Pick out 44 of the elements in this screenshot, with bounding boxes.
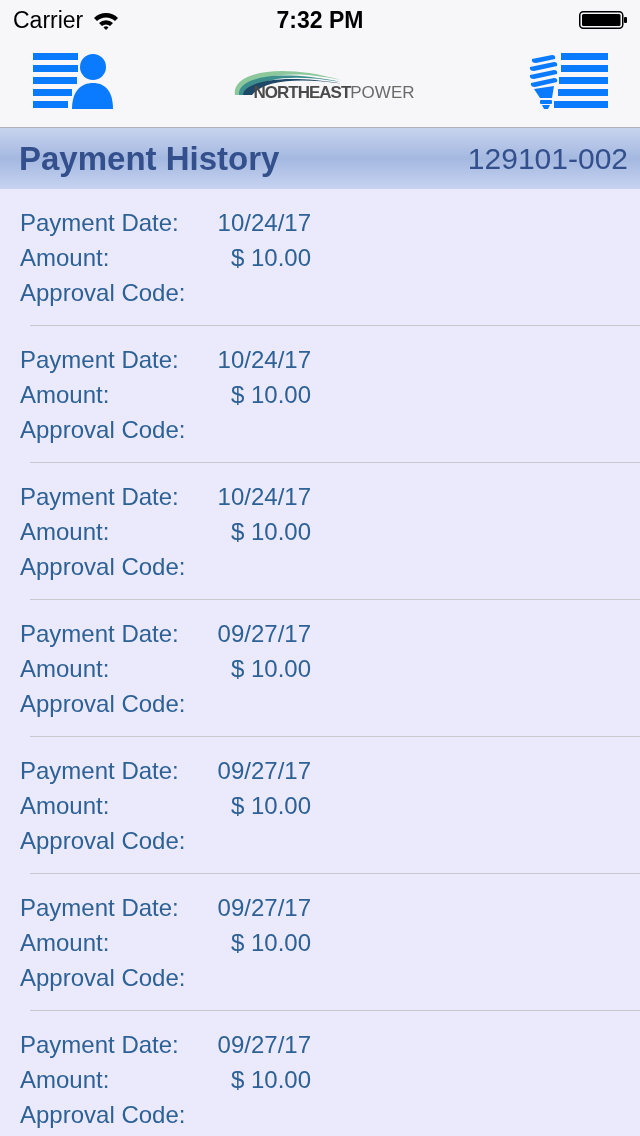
battery-icon [579,11,627,29]
field-label: Approval Code: [20,964,186,991]
field-value: 10/24/17 [217,209,311,236]
field-label: Amount: [20,518,110,545]
page-title: Payment History [19,142,280,175]
field-value: $ 10.00 [230,655,311,682]
field-label: Amount: [20,381,110,408]
field-label: Payment Date: [20,346,179,373]
logo-text: NORTHEASTPOWER [253,83,415,102]
field-label: Payment Date: [20,894,179,921]
account-number: 129101-002 [467,143,628,174]
field-label: Amount: [20,655,110,682]
field-label: Amount: [20,929,110,956]
user-list-icon[interactable] [33,53,113,109]
field-label: Approval Code: [20,1101,186,1128]
field-label: Approval Code: [20,416,186,443]
field-label: Amount: [20,1066,110,1093]
field-label: Payment Date: [20,209,179,236]
field-value: 10/24/17 [217,483,311,510]
field-label: Approval Code: [20,279,186,306]
field-value: $ 10.00 [230,244,311,271]
field-value: $ 10.00 [230,929,311,956]
field-label: Approval Code: [20,690,186,717]
field-label: Approval Code: [20,827,186,854]
carrier-text: Carrier [13,8,84,32]
field-value: $ 10.00 [230,381,311,408]
field-label: Payment Date: [20,483,179,510]
field-value: 09/27/17 [217,894,311,921]
clock-text: 7:32 PM [276,8,364,32]
field-label: Payment Date: [20,757,179,784]
lightbulb-list-icon[interactable] [528,53,608,109]
field-value: $ 10.00 [230,518,311,545]
field-value: 10/24/17 [217,346,311,373]
field-label: Amount: [20,792,110,819]
field-label: Approval Code: [20,553,186,580]
field-label: Payment Date: [20,1031,179,1058]
field-value: 09/27/17 [217,757,311,784]
field-value: 09/27/17 [217,620,311,647]
field-value: 09/27/17 [217,1031,311,1058]
field-value: $ 10.00 [230,1066,311,1093]
field-value: $ 10.00 [230,792,311,819]
field-label: Amount: [20,244,110,271]
wifi-icon [93,10,120,30]
field-label: Payment Date: [20,620,179,647]
